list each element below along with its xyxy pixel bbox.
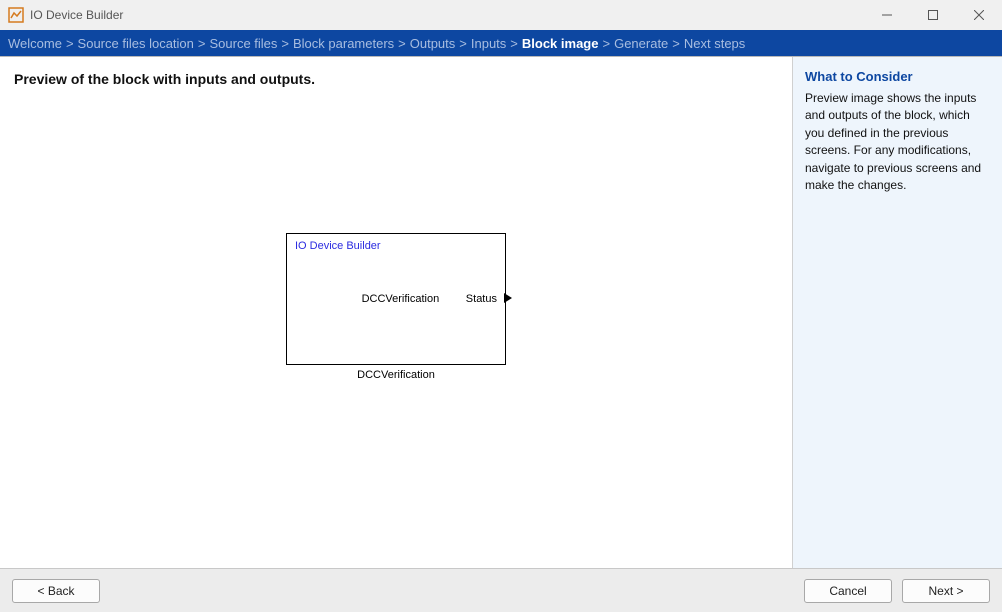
breadcrumb-separator: >: [672, 36, 680, 51]
block-center-label: DCCVerification: [362, 293, 440, 305]
help-title: What to Consider: [805, 69, 990, 84]
crumb-generate[interactable]: Generate: [614, 36, 668, 51]
help-panel: What to Consider Preview image shows the…: [792, 57, 1002, 568]
minimize-button[interactable]: [864, 0, 910, 30]
block-box: IO Device Builder DCCVerification Status: [286, 233, 506, 365]
breadcrumb-separator: >: [281, 36, 289, 51]
output-port-arrow-icon: [504, 292, 512, 306]
titlebar: IO Device Builder: [0, 0, 1002, 30]
next-button[interactable]: Next >: [902, 579, 990, 603]
block-port-row: DCCVerification Status: [295, 293, 497, 305]
crumb-next-steps[interactable]: Next steps: [684, 36, 745, 51]
breadcrumb-separator: >: [66, 36, 74, 51]
window-controls: [864, 0, 1002, 30]
block-caption: DCCVerification: [357, 369, 435, 381]
crumb-welcome[interactable]: Welcome: [8, 36, 62, 51]
crumb-block-image[interactable]: Block image: [522, 36, 599, 51]
content: Preview of the block with inputs and out…: [0, 56, 1002, 568]
crumb-source-files-location[interactable]: Source files location: [78, 36, 194, 51]
breadcrumb: Welcome > Source files location > Source…: [0, 30, 1002, 56]
maximize-button[interactable]: [910, 0, 956, 30]
block-container: IO Device Builder DCCVerification Status…: [286, 233, 506, 381]
help-body: Preview image shows the inputs and outpu…: [805, 90, 990, 194]
footer: < Back Cancel Next >: [0, 568, 1002, 612]
crumb-source-files[interactable]: Source files: [209, 36, 277, 51]
main-panel: Preview of the block with inputs and out…: [0, 57, 792, 568]
window-title: IO Device Builder: [30, 8, 123, 22]
breadcrumb-separator: >: [198, 36, 206, 51]
crumb-block-parameters[interactable]: Block parameters: [293, 36, 394, 51]
close-button[interactable]: [956, 0, 1002, 30]
app-icon: [8, 7, 24, 23]
block-title: IO Device Builder: [295, 240, 497, 252]
block-output-port-label: Status: [466, 293, 497, 305]
breadcrumb-separator: >: [459, 36, 467, 51]
breadcrumb-separator: >: [602, 36, 610, 51]
breadcrumb-separator: >: [398, 36, 406, 51]
cancel-button[interactable]: Cancel: [804, 579, 892, 603]
block-preview: IO Device Builder DCCVerification Status…: [0, 93, 792, 568]
crumb-outputs[interactable]: Outputs: [410, 36, 456, 51]
breadcrumb-separator: >: [510, 36, 518, 51]
back-button[interactable]: < Back: [12, 579, 100, 603]
crumb-inputs[interactable]: Inputs: [471, 36, 506, 51]
page-title: Preview of the block with inputs and out…: [0, 57, 792, 93]
